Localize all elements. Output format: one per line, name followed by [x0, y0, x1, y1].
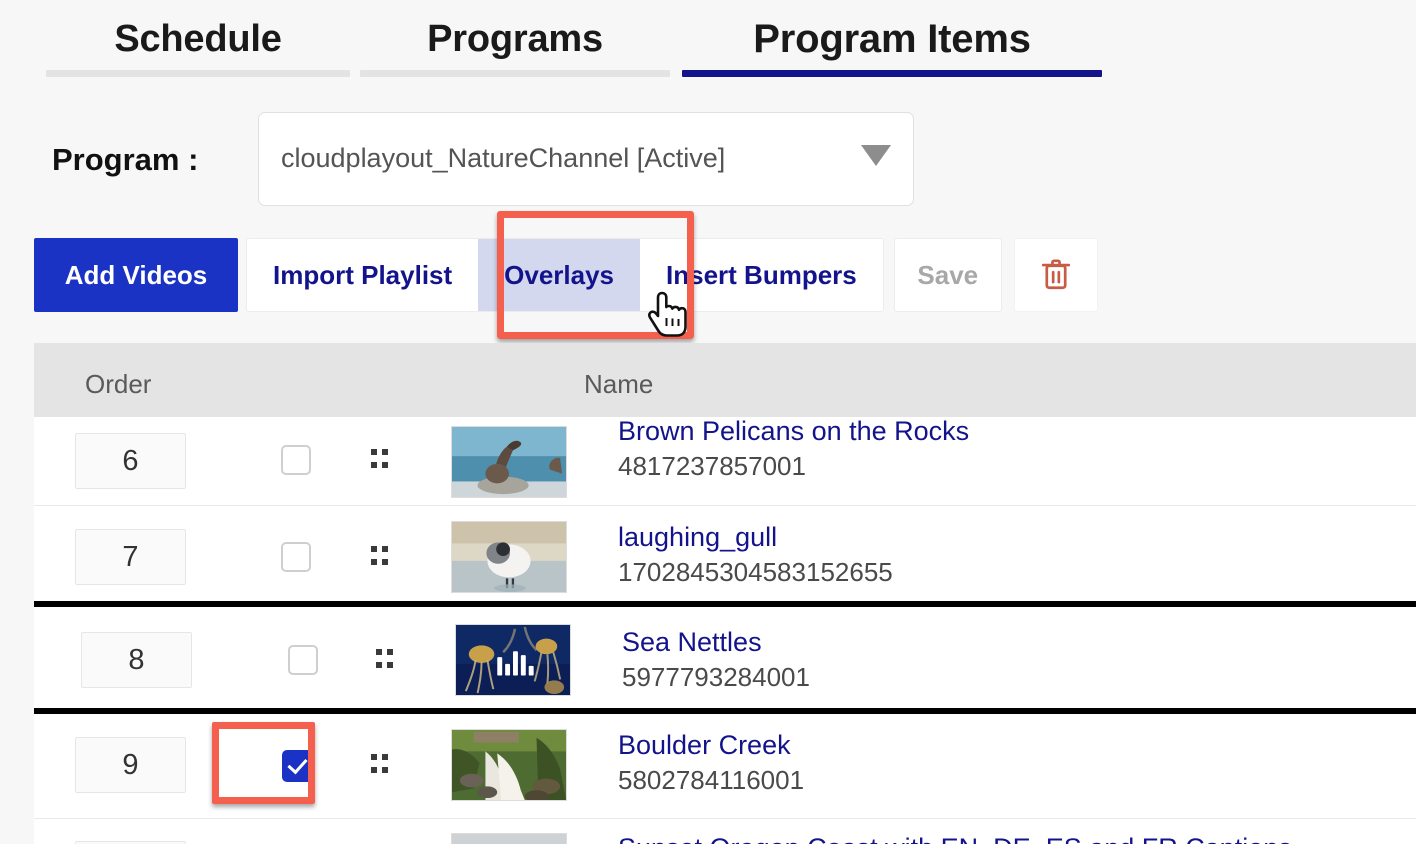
table-row[interactable]: Sunset Oregon Coast with EN, DE, ES and …	[34, 818, 1416, 844]
program-items-table: 6	[34, 343, 1416, 844]
drag-handle-icon[interactable]	[376, 649, 396, 671]
column-header-name: Name	[584, 369, 653, 400]
table-row[interactable]: 9	[34, 714, 1416, 818]
row-meta: Brown Pelicans on the Rocks 481723785700…	[618, 414, 969, 484]
drag-handle-icon[interactable]	[371, 449, 391, 471]
table-body: 6	[34, 343, 1416, 844]
order-input[interactable]: 9	[75, 737, 186, 793]
order-input[interactable]: 8	[81, 632, 192, 688]
row-title[interactable]: Sea Nettles	[622, 625, 810, 659]
row-checkbox[interactable]	[281, 445, 311, 475]
program-select-value: cloudplayout_NatureChannel [Active]	[281, 143, 725, 174]
row-title[interactable]: Brown Pelicans on the Rocks	[618, 414, 969, 448]
import-playlist-button[interactable]: Import Playlist	[247, 239, 478, 311]
tab-program-items-label: Program Items	[682, 14, 1102, 64]
row-meta: Boulder Creek 5802784116001	[618, 728, 804, 798]
drag-handle-icon[interactable]	[371, 754, 391, 776]
tab-programs-label: Programs	[360, 14, 670, 64]
tab-schedule[interactable]: Schedule	[46, 14, 350, 77]
video-thumbnail[interactable]	[451, 729, 567, 801]
save-button[interactable]: Save	[894, 238, 1002, 312]
video-thumbnail[interactable]	[455, 624, 571, 696]
row-meta: laughing_gull 1702845304583152655	[618, 520, 893, 590]
tab-program-items[interactable]: Program Items	[682, 14, 1102, 77]
row-title[interactable]: Sunset Oregon Coast with EN, DE, ES and …	[618, 831, 1292, 844]
order-input[interactable]: 7	[75, 529, 186, 585]
row-checkbox[interactable]	[282, 750, 314, 782]
tab-programs-underline	[360, 70, 670, 77]
row-id: 5977793284001	[622, 659, 810, 695]
secondary-button-group: Import Playlist Overlays Insert Bumpers	[246, 238, 884, 312]
overlays-button[interactable]: Overlays	[478, 239, 640, 311]
order-input[interactable]: 6	[75, 433, 186, 489]
table-row[interactable]: 7	[34, 505, 1416, 606]
row-id: 1702845304583152655	[618, 554, 893, 590]
row-id: 4817237857001	[618, 448, 969, 484]
video-thumbnail[interactable]	[451, 426, 567, 498]
chevron-down-icon	[861, 145, 891, 166]
row-checkbox[interactable]	[288, 645, 318, 675]
video-thumbnail[interactable]	[451, 833, 567, 844]
program-selector-row: Program : cloudplayout_NatureChannel [Ac…	[0, 112, 1416, 208]
drag-handle-icon[interactable]	[371, 546, 391, 568]
table-row[interactable]: 8	[34, 601, 1416, 714]
row-checkbox[interactable]	[281, 542, 311, 572]
column-header-order: Order	[85, 369, 151, 400]
row-title[interactable]: laughing_gull	[618, 520, 893, 554]
tab-program-items-underline	[682, 70, 1102, 77]
program-items-page: Schedule Programs Program Items Program …	[0, 0, 1416, 844]
table-row[interactable]: 6	[34, 411, 1416, 511]
program-label: Program :	[52, 142, 198, 178]
add-videos-button[interactable]: Add Videos	[34, 238, 238, 312]
row-title[interactable]: Boulder Creek	[618, 728, 804, 762]
video-thumbnail[interactable]	[451, 521, 567, 593]
row-id: 5802784116001	[618, 762, 804, 798]
delete-button[interactable]	[1014, 238, 1098, 312]
row-meta: Sea Nettles 5977793284001	[622, 625, 810, 695]
trash-icon	[1039, 256, 1073, 294]
tab-bar: Schedule Programs Program Items	[0, 0, 1416, 86]
tab-schedule-label: Schedule	[46, 14, 350, 64]
insert-bumpers-button[interactable]: Insert Bumpers	[640, 239, 883, 311]
row-meta: Sunset Oregon Coast with EN, DE, ES and …	[618, 831, 1292, 844]
action-toolbar: Add Videos Import Playlist Overlays Inse…	[34, 238, 1098, 312]
tab-programs[interactable]: Programs	[360, 14, 670, 77]
tab-schedule-underline	[46, 70, 350, 77]
program-select[interactable]: cloudplayout_NatureChannel [Active]	[258, 112, 914, 206]
table-header: Order Name	[34, 343, 1416, 417]
